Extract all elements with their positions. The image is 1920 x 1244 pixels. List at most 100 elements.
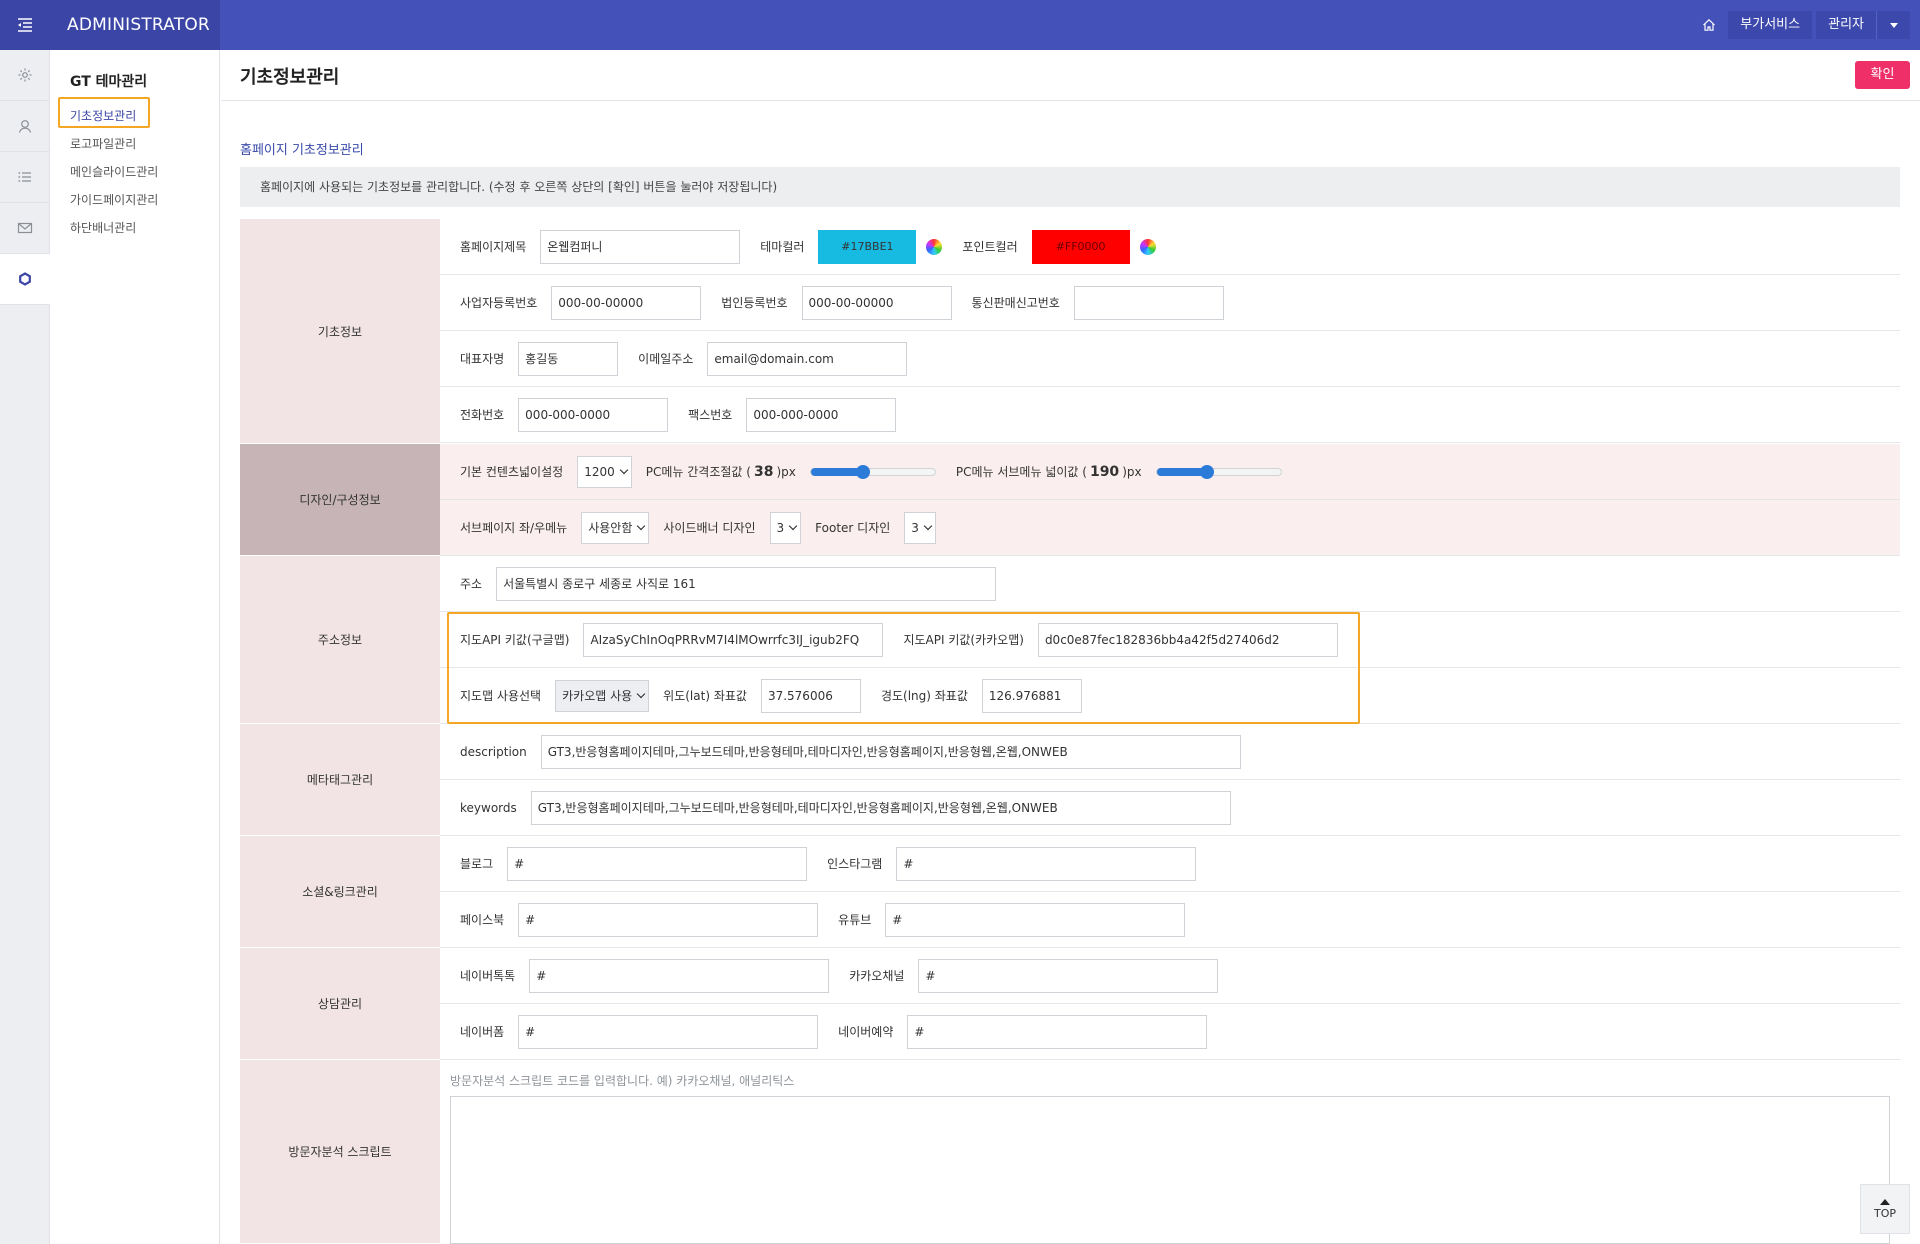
active-menu-highlight	[58, 97, 150, 128]
instagram-label: 인스타그램	[827, 857, 883, 871]
chevron-down-icon	[637, 521, 646, 531]
biz-no-label: 사업자등록번호	[460, 296, 538, 310]
menu-gap-slider[interactable]	[809, 464, 936, 479]
notice-bar: 홈페이지에 사용되는 기초정보를 관리합니다. (수정 후 오른쪽 상단의 [확…	[240, 167, 1900, 207]
row-homepage-title: 홈페이지제목 온웹컴퍼니 테마컬러 #17BBE1 포인트컬러 #FF0000	[440, 219, 1900, 275]
page-title: 기초정보관리	[240, 67, 340, 88]
youtube-input[interactable]: #	[885, 902, 1186, 937]
content-header: 기초정보관리 확인	[221, 50, 1920, 101]
subpage-menu-select[interactable]: 사용안함	[581, 511, 650, 544]
list-icon	[18, 172, 31, 182]
naver-form-input[interactable]: #	[518, 1014, 819, 1049]
icon-rail	[0, 50, 50, 1244]
side-banner-select[interactable]: 3	[769, 511, 802, 544]
phone-input[interactable]: 000-000-0000	[518, 397, 669, 432]
footer-design-value: 3	[911, 520, 919, 535]
section-label-address: 주소정보	[240, 556, 440, 724]
youtube-label: 유튜브	[838, 913, 872, 927]
submenu-width-suffix: )px	[1122, 464, 1142, 479]
kakao-channel-input[interactable]: #	[918, 958, 1219, 993]
ceo-input[interactable]: 홍길동	[518, 341, 619, 376]
keywords-label: keywords	[460, 800, 517, 815]
section-label-consult: 상담관리	[240, 948, 440, 1060]
scroll-top-button[interactable]: TOP	[1860, 1184, 1910, 1234]
point-color-input[interactable]: #FF0000	[1031, 229, 1130, 264]
point-color-picker-icon[interactable]	[1139, 238, 1156, 255]
blog-input[interactable]: #	[507, 846, 808, 881]
corp-no-input[interactable]: 000-00-00000	[801, 285, 952, 320]
submenu-item-logo[interactable]: 로고파일관리	[70, 130, 158, 158]
section-title: 홈페이지 기초정보관리	[240, 143, 364, 158]
row-description: description GT3,반응형홈페이지테마,그누보드테마,반응형테마,테…	[440, 724, 1900, 780]
chevron-down-icon	[923, 521, 933, 531]
point-color-label: 포인트컬러	[962, 240, 1018, 254]
keywords-input[interactable]: GT3,반응형홈페이지테마,그누보드테마,반응형테마,테마디자인,반응형홈페이지…	[530, 790, 1231, 825]
submenu-width-value: 190	[1089, 463, 1120, 480]
row-visitor-script: 방문자분석 스크립트 코드를 입력합니다. 예) 카카오채널, 애널리틱스	[440, 1060, 1900, 1244]
scroll-top-label: TOP	[1873, 1206, 1896, 1220]
subpage-menu-label: 서브페이지 좌/우메뉴	[460, 521, 568, 535]
rail-members[interactable]	[0, 101, 50, 152]
side-banner-label: 사이드배너 디자인	[663, 521, 756, 535]
section-label-social: 소셜&링크관리	[240, 836, 440, 948]
submenu-panel: GT 테마관리 기초정보관리 로고파일관리 메인슬라이드관리 가이드페이지관리 …	[50, 50, 220, 1244]
mail-order-input[interactable]	[1073, 285, 1224, 320]
submenu-width-slider[interactable]	[1155, 464, 1282, 479]
menu-gap-suffix: )px	[776, 464, 796, 479]
brand-title: ADMINISTRATOR	[50, 0, 220, 50]
row-naver-form-booking: 네이버폼 # 네이버예약 #	[440, 1004, 1900, 1060]
content-width-select[interactable]: 1200	[577, 455, 632, 488]
top-bar: ADMINISTRATOR 부가서비스 관리자	[0, 0, 1920, 50]
submenu-width-label: PC메뉴 서브메뉴 넓이값 (	[955, 465, 1087, 479]
section-label-script: 방문자분석 스크립트	[240, 1060, 440, 1244]
rail-mail[interactable]	[0, 203, 50, 254]
facebook-label: 페이스북	[460, 913, 505, 927]
menu-gap-slider-handle[interactable]	[855, 464, 870, 479]
homepage-title-input[interactable]: 온웹컴퍼니	[540, 229, 741, 264]
blog-label: 블로그	[460, 857, 494, 871]
theme-color-input[interactable]: #17BBE1	[818, 229, 917, 264]
submenu-item-main-slide[interactable]: 메인슬라이드관리	[70, 158, 158, 186]
naver-booking-label: 네이버예약	[838, 1025, 894, 1039]
email-input[interactable]: email@domain.com	[707, 341, 908, 376]
biz-no-input[interactable]: 000-00-00000	[551, 285, 702, 320]
admin-user-button[interactable]: 관리자	[1816, 11, 1876, 39]
user-dropdown-button[interactable]	[1876, 11, 1910, 39]
row-layout-settings: 기본 컨텐츠넓이설정 1200 PC메뉴 간격조절값 ( 38 )px PC메뉴…	[440, 444, 1900, 500]
naver-talk-label: 네이버톡톡	[460, 969, 516, 983]
menu-gap-label: PC메뉴 간격조절값 (	[645, 465, 751, 479]
script-textarea[interactable]	[450, 1096, 1890, 1244]
submenu-item-footer-banner[interactable]: 하단배너관리	[70, 214, 158, 242]
naver-booking-input[interactable]: #	[907, 1014, 1208, 1049]
row-keywords: keywords GT3,반응형홈페이지테마,그누보드테마,반응형테마,테마디자…	[440, 780, 1900, 836]
content-width-value: 1200	[584, 464, 615, 479]
home-button[interactable]	[1694, 11, 1724, 39]
submenu-width-slider-handle[interactable]	[1200, 464, 1215, 479]
description-input[interactable]: GT3,반응형홈페이지테마,그누보드테마,반응형테마,테마디자인,반응형홈페이지…	[540, 734, 1241, 769]
description-label: description	[460, 744, 527, 759]
chevron-down-icon	[788, 521, 798, 531]
ceo-label: 대표자명	[460, 352, 505, 366]
menu-toggle-button[interactable]	[0, 0, 50, 50]
addon-service-button[interactable]: 부가서비스	[1728, 11, 1813, 39]
script-hint: 방문자분석 스크립트 코드를 입력합니다. 예) 카카오채널, 애널리틱스	[450, 1074, 795, 1088]
instagram-input[interactable]: #	[896, 846, 1197, 881]
theme-icon	[19, 272, 31, 286]
submenu-item-guide-page[interactable]: 가이드페이지관리	[70, 186, 158, 214]
theme-color-picker-icon[interactable]	[926, 238, 943, 255]
naver-talk-input[interactable]: #	[529, 958, 830, 993]
theme-color-label: 테마컬러	[760, 240, 805, 254]
home-icon	[1703, 18, 1716, 31]
row-design-selects: 서브페이지 좌/우메뉴 사용안함 사이드배너 디자인 3 Footer 디자인 …	[440, 500, 1900, 556]
footer-design-select[interactable]: 3	[904, 511, 936, 544]
kakao-channel-label: 카카오채널	[849, 969, 905, 983]
rail-settings[interactable]	[0, 50, 50, 101]
row-naver-talk-kakao: 네이버톡톡 # 카카오채널 #	[440, 948, 1900, 1004]
confirm-button[interactable]: 확인	[1855, 61, 1910, 89]
address-input[interactable]: 서울특별시 종로구 세종로 사직로 161	[496, 566, 997, 601]
fax-input[interactable]: 000-000-0000	[746, 397, 897, 432]
rail-theme[interactable]	[0, 254, 50, 305]
rail-board[interactable]	[0, 152, 50, 203]
arrow-up-icon	[1880, 1198, 1890, 1205]
facebook-input[interactable]: #	[518, 902, 819, 937]
